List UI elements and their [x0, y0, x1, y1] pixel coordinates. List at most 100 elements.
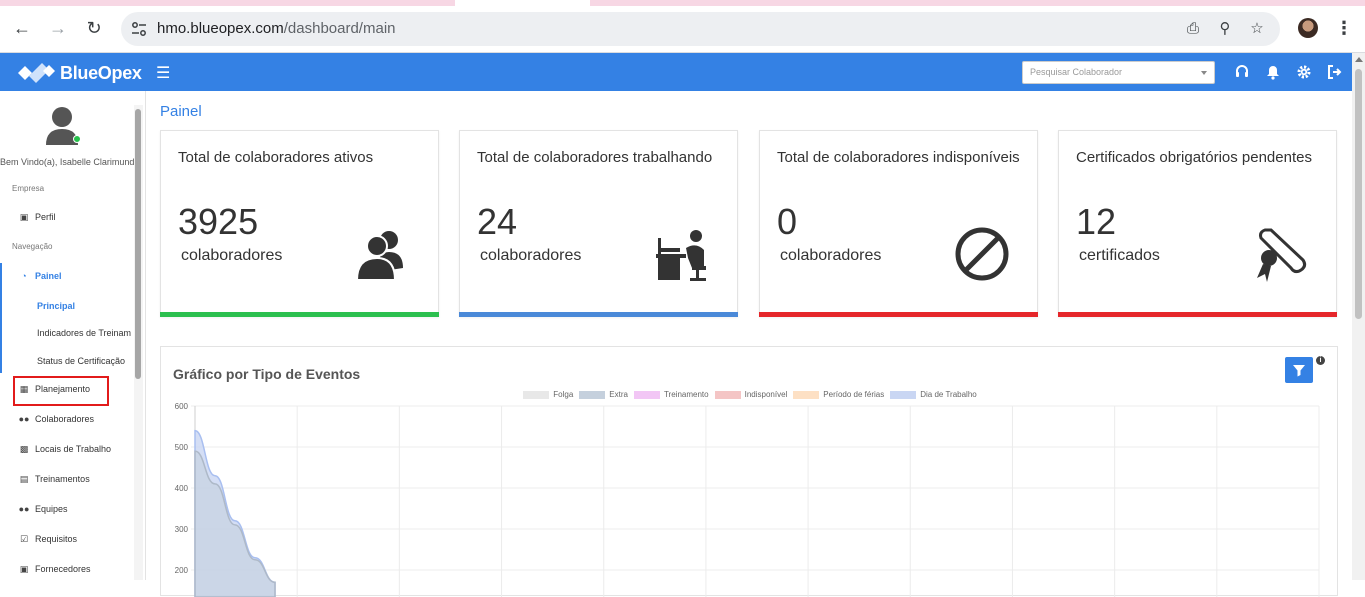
- y-tick-label: 300: [175, 525, 189, 534]
- filter-icon: [1293, 365, 1305, 377]
- card-unit: colaboradores: [780, 247, 882, 264]
- page-scrollbar[interactable]: [1352, 53, 1365, 580]
- legend-swatch: [793, 390, 820, 399]
- menu-toggle-icon[interactable]: ☰: [156, 63, 170, 83]
- search-collaborator-select[interactable]: Pesquisar Colaborador: [1022, 61, 1215, 84]
- sidebar-item-painel[interactable]: ◔ Painel: [18, 267, 61, 285]
- active-indicator: [0, 263, 2, 373]
- team-icon: ●●: [18, 504, 30, 514]
- legend-label: Período de férias: [823, 390, 885, 399]
- area-chart: 600 500 400 300 200: [175, 402, 1320, 597]
- sidebar-subitem-status-certificacao[interactable]: Status de Certificação: [37, 356, 125, 366]
- section-empresa: Empresa: [12, 184, 45, 193]
- chart-legend: Folga Extra Treinamento Indisponível Período…: [161, 390, 1339, 401]
- legend-item[interactable]: Folga: [523, 390, 573, 399]
- ban-icon: [955, 227, 1009, 281]
- sidebar-item-treinamentos[interactable]: ▤ Treinamentos: [18, 470, 90, 488]
- card-colaboradores-indisponiveis[interactable]: Total de colaboradores indisponíveis 0 c…: [759, 130, 1038, 317]
- chart-panel: Gráfico por Tipo de Eventos i Folga Extra…: [160, 346, 1339, 597]
- y-tick-label: 500: [175, 443, 189, 452]
- card-value: 24: [477, 201, 518, 242]
- briefcase-icon: ▣: [19, 211, 29, 222]
- logout-icon[interactable]: [1327, 64, 1343, 80]
- checkbox-icon: ☑: [19, 533, 29, 544]
- users-icon: ●●: [18, 414, 30, 424]
- blueopex-logo-icon: [18, 63, 55, 83]
- chart-title: Gráfico por Tipo de Eventos: [173, 366, 361, 382]
- legend-label: Extra: [609, 390, 628, 399]
- card-unit: colaboradores: [480, 247, 582, 264]
- highlight-annotation: [13, 376, 109, 406]
- legend-label: Folga: [553, 390, 574, 399]
- card-colaboradores-trabalhando[interactable]: Total de colaboradores trabalhando 24 co…: [459, 130, 738, 317]
- card-value: 3925: [178, 201, 259, 242]
- reload-icon[interactable]: ↻: [83, 17, 105, 39]
- address-bar[interactable]: hmo.blueopex.com/dashboard/main ⎙ ⚲ ☆: [121, 12, 1280, 46]
- page-title: Painel: [160, 103, 202, 120]
- site-settings-icon[interactable]: [131, 20, 147, 38]
- card-accent-bar: [759, 312, 1038, 317]
- legend-label: Indisponível: [744, 390, 788, 399]
- sidebar-item-fornecedores[interactable]: ▣ Fornecedores: [18, 560, 91, 578]
- headset-icon[interactable]: [1234, 64, 1250, 80]
- forward-icon[interactable]: →: [47, 17, 69, 39]
- install-app-icon[interactable]: ⎙: [1184, 20, 1202, 38]
- card-title: Certificados obrigatórios pendentes: [1076, 149, 1312, 166]
- online-status-dot: [73, 135, 81, 143]
- legend-item[interactable]: Indisponível: [714, 390, 788, 399]
- users-icon: [355, 231, 403, 281]
- app-header: BlueOpex ☰ Pesquisar Colaborador: [0, 53, 1352, 91]
- person-working-icon: [656, 230, 706, 281]
- legend-item[interactable]: Extra: [579, 390, 628, 399]
- sidebar-item-requisitos[interactable]: ☑ Requisitos: [18, 530, 77, 548]
- card-value: 12: [1076, 201, 1117, 242]
- sidebar-item-locais-de-trabalho[interactable]: ▩ Locais de Trabalho: [18, 440, 111, 458]
- welcome-text: Bem Vindo(a), Isabelle Clarimundo: [0, 157, 140, 167]
- card-accent-bar: [160, 312, 439, 317]
- sidebar-scrollbar[interactable]: [134, 105, 143, 580]
- back-icon[interactable]: ←: [11, 17, 33, 39]
- legend-item[interactable]: Período de férias: [793, 390, 884, 399]
- card-colaboradores-ativos[interactable]: Total de colaboradores ativos 3925 colab…: [160, 130, 439, 317]
- card-accent-bar: [1058, 312, 1337, 317]
- card-value: 0: [777, 201, 798, 242]
- card-accent-bar: [459, 312, 738, 317]
- brand-name[interactable]: BlueOpex: [60, 63, 142, 84]
- sidebar-item-colaboradores[interactable]: ●● Colaboradores: [18, 410, 94, 428]
- browser-menu-icon[interactable]: ⋮: [1334, 17, 1354, 39]
- zoom-icon[interactable]: ⚲: [1216, 20, 1234, 38]
- y-tick-label: 200: [175, 566, 189, 575]
- sidebar: Bem Vindo(a), Isabelle Clarimundo Empres…: [0, 91, 146, 580]
- legend-swatch: [633, 390, 660, 399]
- legend-swatch: [579, 390, 606, 399]
- legend-item[interactable]: Treinamento: [633, 390, 709, 399]
- sidebar-item-equipes[interactable]: ●● Equipes: [18, 500, 68, 518]
- filter-button[interactable]: [1285, 357, 1313, 383]
- gear-icon[interactable]: [1296, 64, 1312, 80]
- card-title: Total de colaboradores indisponíveis: [777, 149, 1020, 166]
- legend-item[interactable]: Dia de Trabalho: [890, 390, 977, 399]
- dashboard-icon: ◔: [21, 271, 27, 281]
- certificate-scroll-icon: [1257, 228, 1307, 282]
- sidebar-subitem-indicadores[interactable]: Indicadores de Treinam: [37, 328, 131, 338]
- briefcase-icon: ▣: [19, 563, 29, 574]
- chalkboard-icon: ▤: [19, 473, 29, 484]
- sidebar-item-perfil[interactable]: ▣ Perfil: [18, 208, 56, 226]
- card-certificados-pendentes[interactable]: Certificados obrigatórios pendentes 12 c…: [1058, 130, 1337, 317]
- chevron-down-icon: [1201, 71, 1207, 75]
- bell-icon[interactable]: [1265, 64, 1281, 80]
- browser-toolbar: ← → ↻ hmo.blueopex.com/dashboard/main ⎙ …: [0, 6, 1365, 53]
- legend-swatch: [523, 390, 550, 399]
- bookmark-star-icon[interactable]: ☆: [1248, 20, 1266, 38]
- legend-swatch: [890, 390, 917, 399]
- section-navegacao: Navegação: [12, 242, 53, 251]
- legend-label: Treinamento: [663, 390, 709, 399]
- sidebar-subitem-principal[interactable]: Principal: [37, 301, 75, 311]
- profile-avatar[interactable]: [1298, 18, 1318, 38]
- card-unit: colaboradores: [181, 247, 283, 264]
- info-icon[interactable]: i: [1316, 356, 1325, 365]
- card-unit: certificados: [1079, 247, 1160, 264]
- legend-label: Dia de Trabalho: [920, 390, 977, 399]
- url-text[interactable]: hmo.blueopex.com/dashboard/main: [157, 20, 396, 37]
- legend-swatch: [714, 390, 741, 399]
